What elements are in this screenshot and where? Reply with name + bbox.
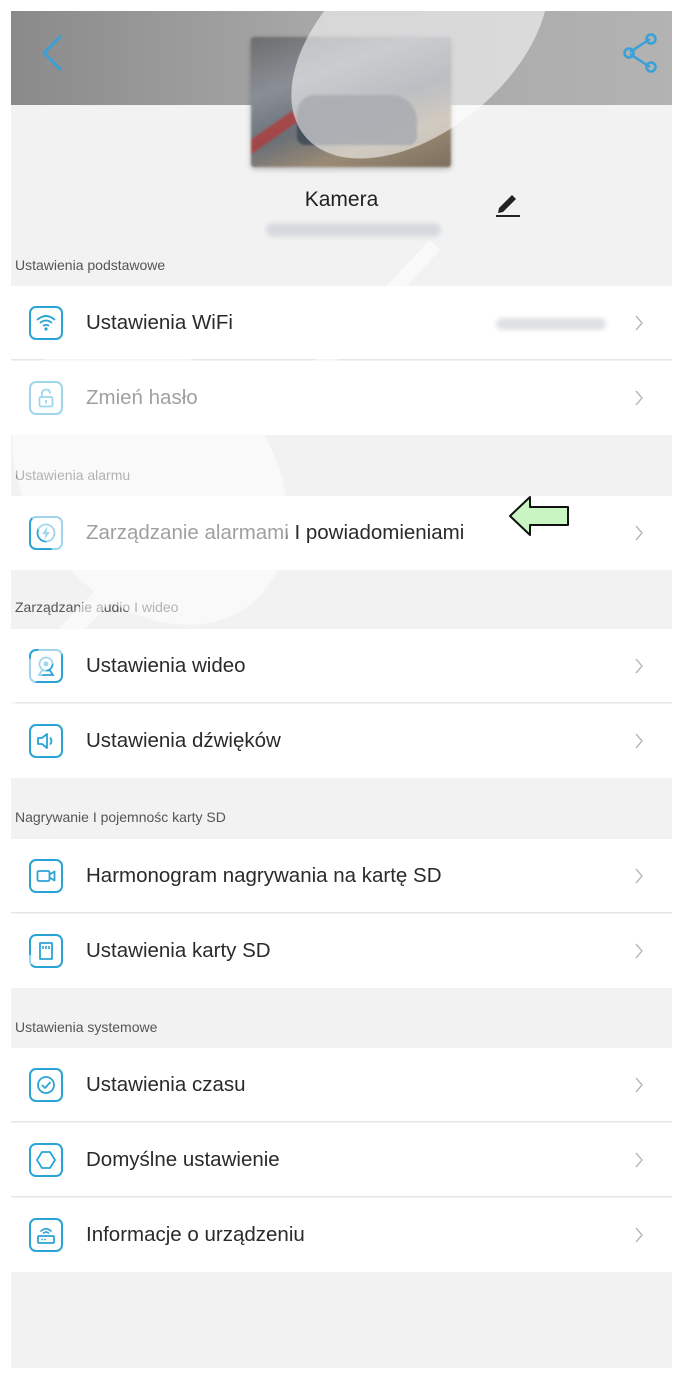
thumbnail-stripe [251,110,300,156]
chevron-right-icon [635,315,643,331]
sd-card-icon [29,934,63,968]
share-button[interactable] [618,31,662,75]
camera-id-blurred [266,223,441,237]
chevron-right-icon [635,1227,643,1243]
section-header-alarm: Ustawienia alarmu [15,467,131,483]
row-label: Harmonogram nagrywania na kartę SD [86,864,442,887]
row-label: Ustawienia czasu [86,1073,246,1096]
row-change-password[interactable]: Zmień hasło [11,361,672,435]
row-wifi-settings[interactable]: Ustawienia WiFi [11,286,672,360]
hint-arrow-icon [509,496,569,536]
row-label: Ustawienia dźwięków [86,729,281,752]
thumbnail-car-shape [297,95,417,145]
row-label: Domyślne ustawienie [86,1148,280,1171]
edit-name-button[interactable] [494,189,522,217]
section-header-system: Ustawienia systemowe [15,1019,158,1035]
chevron-right-icon [635,868,643,884]
section-header-audio-video: Zarządzanie audio I wideo [15,599,179,615]
row-alarm-management[interactable]: Zarządzanie alarmami I powiadomieniami [11,496,672,570]
chevron-right-icon [635,1077,643,1093]
row-recording-schedule[interactable]: Harmonogram nagrywania na kartę SD [11,839,672,913]
divider [11,1121,672,1122]
wifi-network-blurred [496,318,606,330]
chevron-right-icon [635,943,643,959]
row-default-settings[interactable]: Domyślne ustawienie [11,1123,672,1197]
clock-icon [29,1068,63,1102]
pencil-icon [496,195,520,217]
row-label: Zarządzanie alarmami I powiadomieniami [86,521,465,544]
chevron-right-icon [635,1152,643,1168]
video-record-icon [29,859,63,893]
row-label: Ustawienia karty SD [86,939,271,962]
chevron-right-icon [635,733,643,749]
camera-name: Kamera [304,188,379,211]
alarm-icon [29,516,63,550]
section-header-basic: Ustawienia podstawowe [15,257,166,273]
row-video-settings[interactable]: Ustawienia wideo [11,629,672,703]
row-label: Ustawienia wideo [86,654,246,677]
chevron-right-icon [635,390,643,406]
section-header-recording: Nagrywanie I pojemnośc karty SD [15,809,226,825]
reset-icon [29,1143,63,1177]
row-device-info[interactable]: Informacje o urządzeniu [11,1198,672,1272]
wifi-icon [29,306,63,340]
back-button[interactable] [33,33,73,73]
row-sd-card-settings[interactable]: Ustawienia karty SD [11,914,672,988]
settings-screen: Kamera Ustawienia podstawowe Ustawienia … [11,11,672,1368]
device-info-icon [29,1218,63,1252]
share-icon [623,33,657,73]
chevron-right-icon [635,525,643,541]
divider [11,1196,672,1197]
chevron-right-icon [635,658,643,674]
divider [11,359,672,360]
row-label: Ustawienia WiFi [86,311,233,334]
divider [11,912,672,913]
row-time-settings[interactable]: Ustawienia czasu [11,1048,672,1122]
row-label: Zmień hasło [86,386,198,409]
lock-icon [29,381,63,415]
webcam-icon [29,649,63,683]
camera-thumbnail[interactable] [251,37,451,167]
divider [11,702,672,703]
back-icon [42,35,62,71]
speaker-icon [29,724,63,758]
row-label: Informacje o urządzeniu [86,1223,305,1246]
row-sound-settings[interactable]: Ustawienia dźwięków [11,704,672,778]
